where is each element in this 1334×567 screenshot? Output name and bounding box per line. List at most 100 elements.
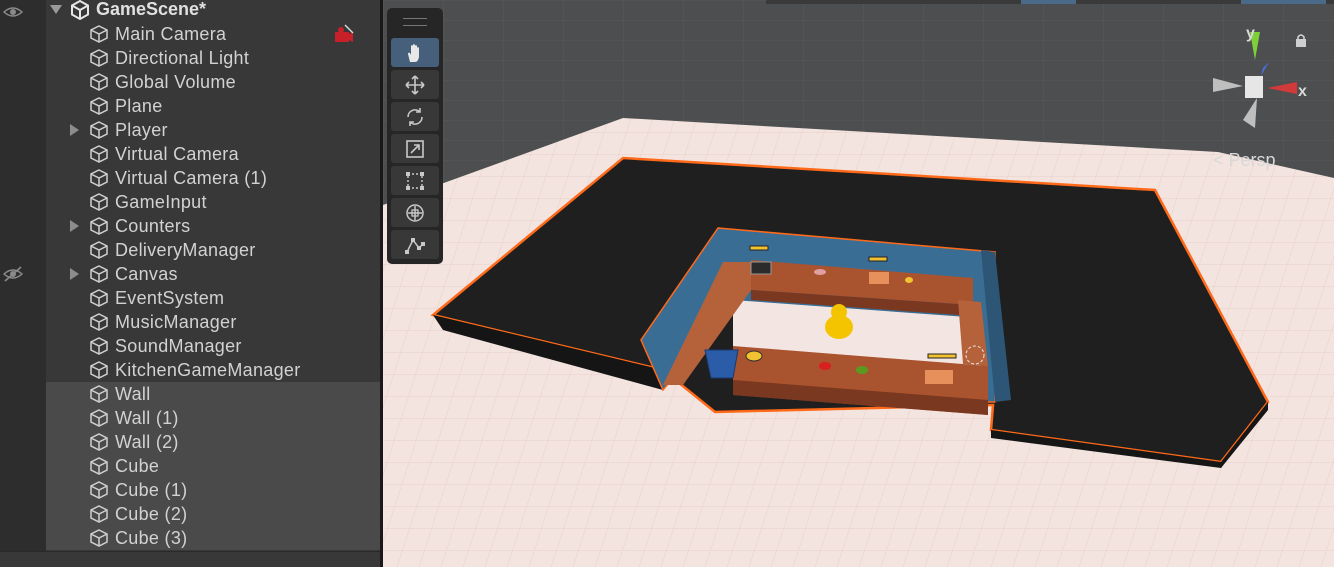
- hierarchy-item-label: KitchenGameManager: [115, 360, 301, 380]
- move-tool-button[interactable]: [391, 70, 439, 99]
- scene-visibility-eye-icon[interactable]: [2, 4, 24, 20]
- custom-tool-button[interactable]: [391, 230, 439, 259]
- foldout-collapsed-icon[interactable]: [70, 268, 79, 280]
- gameobject-cube-icon: [90, 121, 108, 139]
- hierarchy-item[interactable]: Virtual Camera (1): [46, 166, 380, 190]
- hierarchy-panel: GameScene* Main Camera Directional Light G…: [0, 0, 380, 567]
- hierarchy-item-label: Player: [115, 120, 168, 140]
- hierarchy-item-label: Cube (3): [115, 528, 188, 548]
- hierarchy-item-label: MusicManager: [115, 312, 237, 332]
- gameobject-cube-icon: [90, 217, 108, 235]
- rotate-tool-button[interactable]: [391, 102, 439, 131]
- scale-icon: [406, 140, 424, 158]
- hierarchy-item[interactable]: Wall: [46, 382, 380, 406]
- scene-name: GameScene*: [96, 0, 207, 19]
- gameobject-cube-icon: [90, 25, 108, 43]
- hierarchy-item[interactable]: Canvas: [46, 262, 380, 286]
- hierarchy-item[interactable]: Main Camera: [46, 22, 380, 46]
- hierarchy-item-label: Wall (1): [115, 408, 179, 428]
- foldout-collapsed-icon[interactable]: [70, 124, 79, 136]
- hierarchy-item[interactable]: Cube: [46, 454, 380, 478]
- hierarchy-item-label: Canvas: [115, 264, 178, 284]
- gameobject-cube-icon: [90, 529, 108, 547]
- hierarchy-item-label: Global Volume: [115, 72, 236, 92]
- hierarchy-item-label: DeliveryManager: [115, 240, 256, 260]
- projection-label: Persp: [1228, 150, 1276, 170]
- hierarchy-item[interactable]: Player: [46, 118, 380, 142]
- gameobject-cube-icon: [90, 361, 108, 379]
- hierarchy-item[interactable]: Cube (2): [46, 502, 380, 526]
- hierarchy-item[interactable]: Wall (1): [46, 406, 380, 430]
- hierarchy-item[interactable]: GameInput: [46, 190, 380, 214]
- scale-tool-button[interactable]: [391, 134, 439, 163]
- gameobject-cube-icon: [90, 169, 108, 187]
- gizmo-z-cone[interactable]: [1261, 62, 1269, 76]
- back-chevron-icon: <: [1213, 150, 1229, 170]
- hierarchy-item-label: Directional Light: [115, 48, 250, 68]
- gameobject-cube-icon: [90, 385, 108, 403]
- hierarchy-item[interactable]: Cube (1): [46, 478, 380, 502]
- hand-tool-button[interactable]: [391, 38, 439, 67]
- gizmo-x-label: x: [1298, 83, 1307, 100]
- gameobject-cube-icon: [90, 73, 108, 91]
- gameobject-cube-icon: [90, 145, 108, 163]
- scene-header[interactable]: GameScene*: [46, 0, 380, 22]
- projection-toggle[interactable]: < Persp: [1213, 150, 1276, 171]
- hierarchy-item[interactable]: Directional Light: [46, 46, 380, 70]
- gameobject-cube-icon: [90, 337, 108, 355]
- hierarchy-item[interactable]: Wall (2): [46, 430, 380, 454]
- hierarchy-item[interactable]: DeliveryManager: [46, 238, 380, 262]
- toolbar-grip-handle[interactable]: [403, 18, 427, 26]
- gameobject-cube-icon: [90, 505, 108, 523]
- hierarchy-item[interactable]: Plane: [46, 94, 380, 118]
- hierarchy-item-label: Cube (1): [115, 480, 188, 500]
- hierarchy-item-label: Virtual Camera (1): [115, 168, 268, 188]
- gameobject-cube-icon: [90, 313, 108, 331]
- hierarchy-item[interactable]: Global Volume: [46, 70, 380, 94]
- scene-tools-toolbar: [387, 8, 443, 264]
- gameobject-cube-icon: [90, 193, 108, 211]
- visibility-gutter: [0, 0, 46, 567]
- gizmo-x-cone[interactable]: [1267, 82, 1297, 94]
- hierarchy-item[interactable]: SoundManager: [46, 334, 380, 358]
- hierarchy-item[interactable]: KitchenGameManager: [46, 358, 380, 382]
- foldout-collapsed-icon[interactable]: [70, 220, 79, 232]
- hierarchy-item[interactable]: Counters: [46, 214, 380, 238]
- hierarchy-item-label: Counters: [115, 216, 191, 236]
- rect-tool-button[interactable]: [391, 166, 439, 195]
- hidden-eye-icon[interactable]: [2, 266, 24, 282]
- hierarchy-item-label: Cube: [115, 456, 160, 476]
- gameobject-cube-icon: [90, 49, 108, 67]
- gameobject-cube-icon: [90, 481, 108, 499]
- hierarchy-item-label: Wall (2): [115, 432, 179, 452]
- move-arrows-icon: [405, 75, 425, 95]
- gizmo-neg-z-cone[interactable]: [1243, 98, 1257, 128]
- gameobject-cube-icon: [90, 265, 108, 283]
- gameobject-cube-icon: [90, 241, 108, 259]
- gizmo-neg-x-cone[interactable]: [1213, 78, 1243, 92]
- hierarchy-item[interactable]: Cube (3): [46, 526, 380, 550]
- hierarchy-item-label: EventSystem: [115, 288, 225, 308]
- camera-warning-icon: [335, 24, 354, 42]
- gameobject-cube-icon: [90, 433, 108, 451]
- hierarchy-item[interactable]: MusicManager: [46, 310, 380, 334]
- hierarchy-item[interactable]: Virtual Camera: [46, 142, 380, 166]
- lock-icon[interactable]: [1295, 33, 1307, 47]
- gameobject-cube-icon: [90, 289, 108, 307]
- hierarchy-item-label: Virtual Camera: [115, 144, 239, 164]
- hierarchy-item-label: Plane: [115, 96, 163, 116]
- hierarchy-item[interactable]: EventSystem: [46, 286, 380, 310]
- trash-bin: [704, 349, 739, 379]
- transform-tool-button[interactable]: [391, 198, 439, 227]
- hand-icon: [408, 44, 419, 62]
- transform-icon: [406, 204, 424, 222]
- scene-viewport[interactable]: [383, 0, 1334, 567]
- hierarchy-item-label: Cube (2): [115, 504, 188, 524]
- hierarchy-item-label: SoundManager: [115, 336, 242, 356]
- scene-top-bar: [766, 0, 1334, 4]
- foldout-expanded-icon[interactable]: [50, 5, 62, 14]
- scene-view[interactable]: [383, 0, 1334, 567]
- gizmo-center-cube[interactable]: [1245, 76, 1263, 98]
- custom-editor-tool-icon: [405, 238, 425, 254]
- gameobject-cube-icon: [90, 97, 108, 115]
